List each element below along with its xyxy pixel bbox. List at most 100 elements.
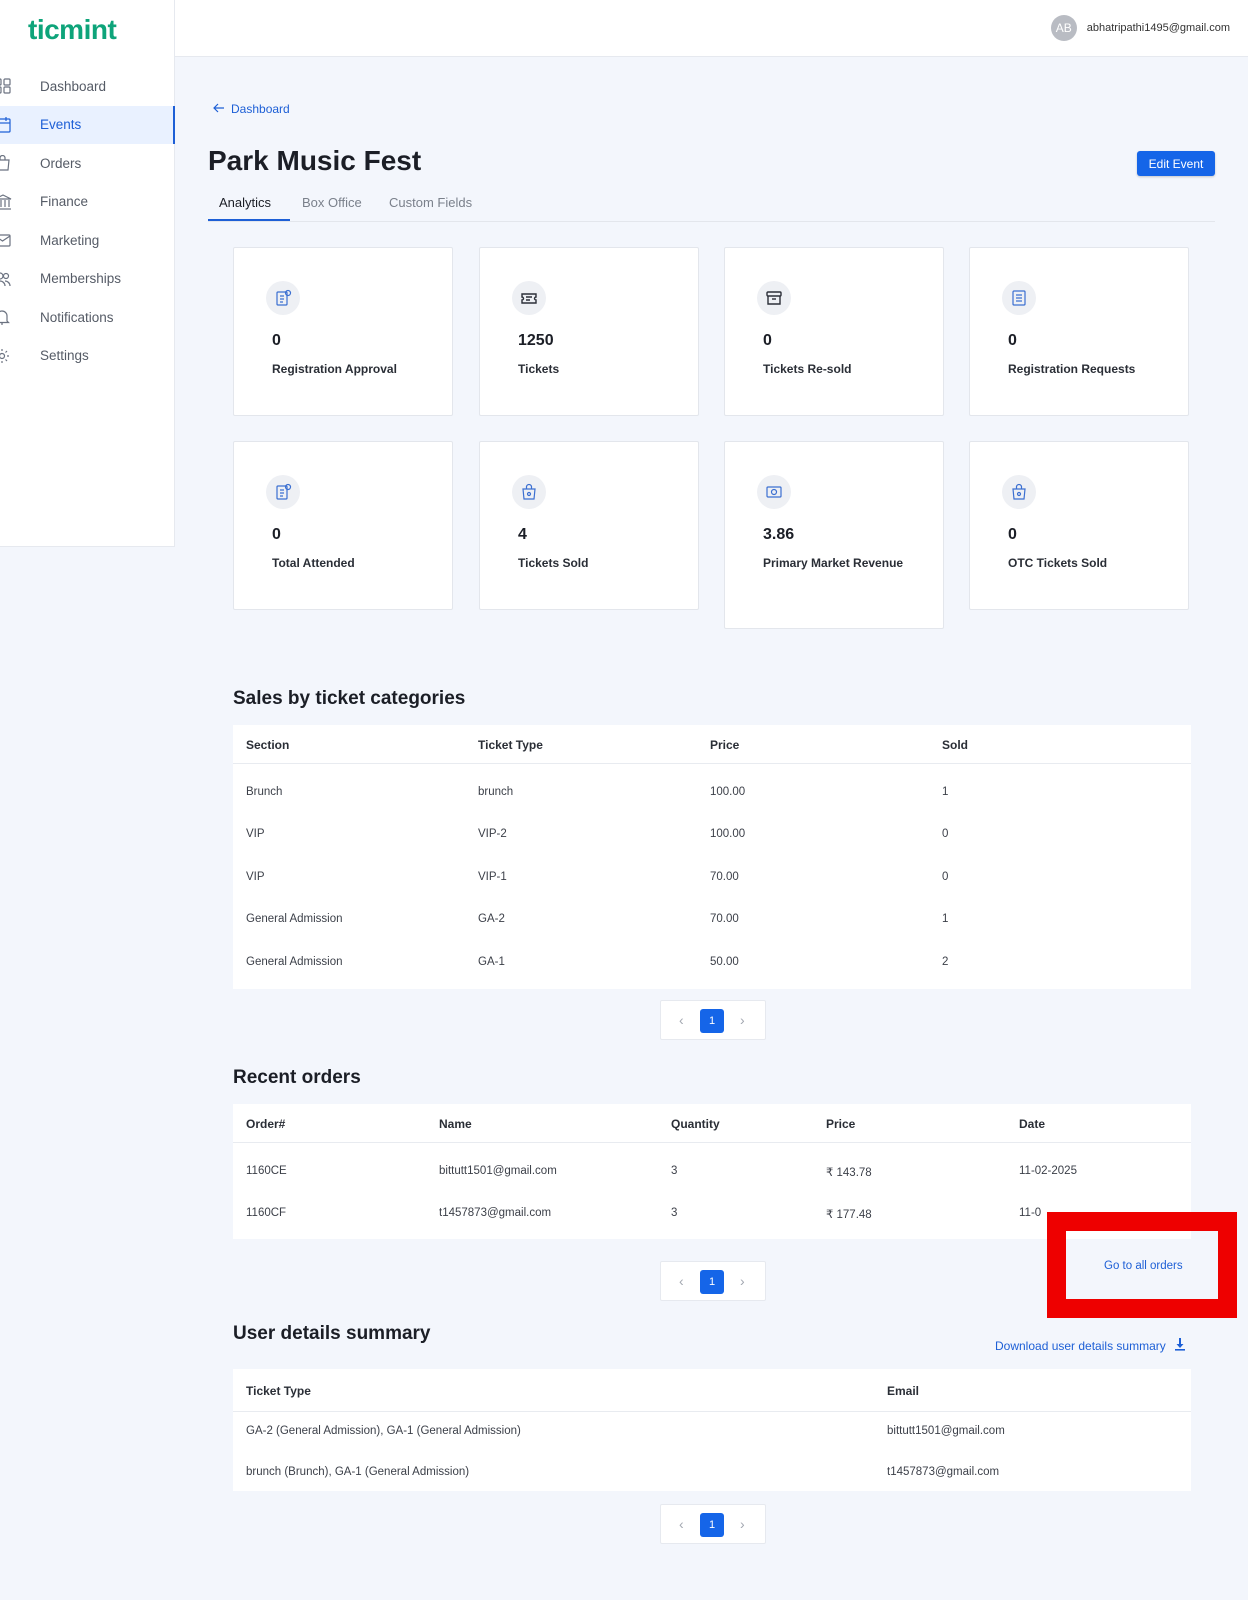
table-body: Brunch brunch 100.00 1 VIP VIP-2 100.00 … <box>233 764 1191 989</box>
order-date: 11-02-2025 <box>1019 1165 1077 1177</box>
tab-custom-fields[interactable]: Custom Fields <box>389 195 472 210</box>
stat-value: 0 <box>1008 332 1017 349</box>
arrow-left-icon <box>213 102 225 116</box>
stat-value: 0 <box>272 526 281 543</box>
stat-label: Total Attended <box>272 556 355 570</box>
top-bar: AB abhatripathi1495@gmail.com <box>175 0 1248 57</box>
table-cell: 0 <box>942 871 949 883</box>
sidebar-item-dashboard[interactable]: Dashboard <box>0 67 175 106</box>
calendar-icon <box>0 116 12 133</box>
table-cell: GA-2 <box>478 913 505 925</box>
list-icon <box>1002 281 1036 315</box>
sidebar-item-orders[interactable]: Orders <box>0 144 175 183</box>
sidebar-item-finance[interactable]: Finance <box>0 183 175 222</box>
clipboard-icon <box>266 281 300 315</box>
mail-icon <box>0 232 12 248</box>
page-number-button[interactable]: 1 <box>700 1270 724 1294</box>
bank-icon <box>0 193 12 210</box>
tab-box-office[interactable]: Box Office <box>302 195 362 210</box>
stat-card-total-attended: 0 Total Attended <box>233 441 453 610</box>
table-cell: Brunch <box>246 786 283 798</box>
order-id: 1160CF <box>246 1207 287 1219</box>
table-header: Order# Name Quantity Price Date <box>233 1104 1191 1143</box>
chevron-right-icon[interactable]: › <box>740 1012 745 1028</box>
user-summary-pagination: ‹ 1 › <box>660 1504 766 1544</box>
edit-event-button[interactable]: Edit Event <box>1137 151 1215 176</box>
column-header: Email <box>887 1384 920 1398</box>
column-header: Section <box>246 738 290 752</box>
column-header: Name <box>439 1117 472 1131</box>
chevron-right-icon[interactable]: › <box>740 1516 745 1532</box>
stat-label: Registration Requests <box>1008 362 1136 376</box>
orders-pagination: ‹ 1 › <box>660 1261 766 1301</box>
page-number-button[interactable]: 1 <box>700 1009 724 1033</box>
stat-label: OTC Tickets Sold <box>1008 556 1108 570</box>
table-cell: GA-1 <box>478 956 505 968</box>
back-link-label: Dashboard <box>231 102 290 116</box>
sidebar-item-label: Events <box>40 117 82 133</box>
column-header: Quantity <box>671 1117 720 1131</box>
table-cell: 1 <box>942 786 949 798</box>
sidebar-item-marketing[interactable]: Marketing <box>0 221 175 260</box>
order-quantity: 3 <box>671 1207 678 1219</box>
column-header: Ticket Type <box>246 1384 311 1398</box>
chevron-left-icon[interactable]: ‹ <box>679 1273 684 1289</box>
column-header: Price <box>826 1117 856 1131</box>
gear-icon <box>0 348 12 364</box>
clipboard-icon <box>266 475 300 509</box>
sidebar-item-label: Dashboard <box>40 78 107 94</box>
chevron-left-icon[interactable]: ‹ <box>679 1516 684 1532</box>
sidebar-item-settings[interactable]: Settings <box>0 337 175 376</box>
sidebar-item-label: Finance <box>40 194 89 210</box>
stat-card-primary-market-revenue: 3.86 Primary Market Revenue <box>724 441 944 629</box>
column-header: Price <box>710 738 740 752</box>
table-cell: General Admission <box>246 956 343 968</box>
user-email: abhatripathi1495@gmail.com <box>1086 22 1230 34</box>
sidebar-item-memberships[interactable]: Memberships <box>0 260 175 299</box>
stat-value: 4 <box>518 526 527 543</box>
stat-label: Registration Approval <box>272 362 397 376</box>
bag-icon <box>1002 475 1036 509</box>
download-label: Download user details summary <box>995 1339 1166 1353</box>
back-link[interactable]: Dashboard <box>213 102 290 116</box>
bag-icon <box>512 475 546 509</box>
sidebar-item-notifications[interactable]: Notifications <box>0 298 175 337</box>
table-cell: VIP <box>246 871 265 883</box>
order-price: ₹ 143.78 <box>826 1167 872 1179</box>
go-to-all-orders-link[interactable]: Go to all orders <box>1104 1260 1183 1272</box>
stat-card-otc-tickets-sold: 0 OTC Tickets Sold <box>969 441 1189 610</box>
sidebar-item-events[interactable]: Events <box>0 105 175 144</box>
tab-analytics[interactable]: Analytics <box>219 195 271 210</box>
ticket-type-cell: brunch (Brunch), GA-1 (General Admission… <box>246 1466 470 1478</box>
order-name: t1457873@gmail.com <box>439 1207 552 1219</box>
sales-table: Section Ticket Type Price Sold Brunch br… <box>233 725 1191 989</box>
download-user-summary-link[interactable]: Download user details summary <box>995 1338 1186 1354</box>
user-menu[interactable]: AB abhatripathi1495@gmail.com <box>1050 15 1230 41</box>
email-cell: bittutt1501@gmail.com <box>887 1425 1005 1437</box>
sidebar-nav: Dashboard Events Orders Finance Marketin… <box>0 67 175 375</box>
table-cell: 100.00 <box>710 786 746 798</box>
user-summary-table: Ticket Type Email GA-2 (General Admissio… <box>233 1369 1191 1491</box>
chevron-left-icon[interactable]: ‹ <box>679 1012 684 1028</box>
table-cell: VIP-1 <box>478 871 507 883</box>
table-cell: 0 <box>942 828 949 840</box>
table-cell: General Admission <box>246 913 343 925</box>
page-title: Park Music Fest <box>208 145 422 176</box>
bell-icon <box>0 309 12 325</box>
page-number-button[interactable]: 1 <box>700 1513 724 1537</box>
sidebar: ticmint Dashboard Events Orders Finance <box>0 0 175 547</box>
table-cell: brunch <box>478 786 514 798</box>
archive-icon <box>757 281 791 315</box>
table-cell: 50.00 <box>710 956 739 968</box>
logo[interactable]: ticmint <box>28 14 117 46</box>
stat-card-tickets: 1250 Tickets <box>479 247 699 416</box>
sidebar-item-label: Settings <box>40 348 89 364</box>
email-cell: t1457873@gmail.com <box>887 1466 1000 1478</box>
order-name: bittutt1501@gmail.com <box>439 1165 557 1177</box>
grid-icon <box>0 78 12 94</box>
table-cell: 70.00 <box>710 913 739 925</box>
chevron-right-icon[interactable]: › <box>740 1273 745 1289</box>
download-icon <box>1174 1338 1186 1354</box>
order-quantity: 3 <box>671 1165 678 1177</box>
avatar[interactable]: AB <box>1050 15 1077 41</box>
